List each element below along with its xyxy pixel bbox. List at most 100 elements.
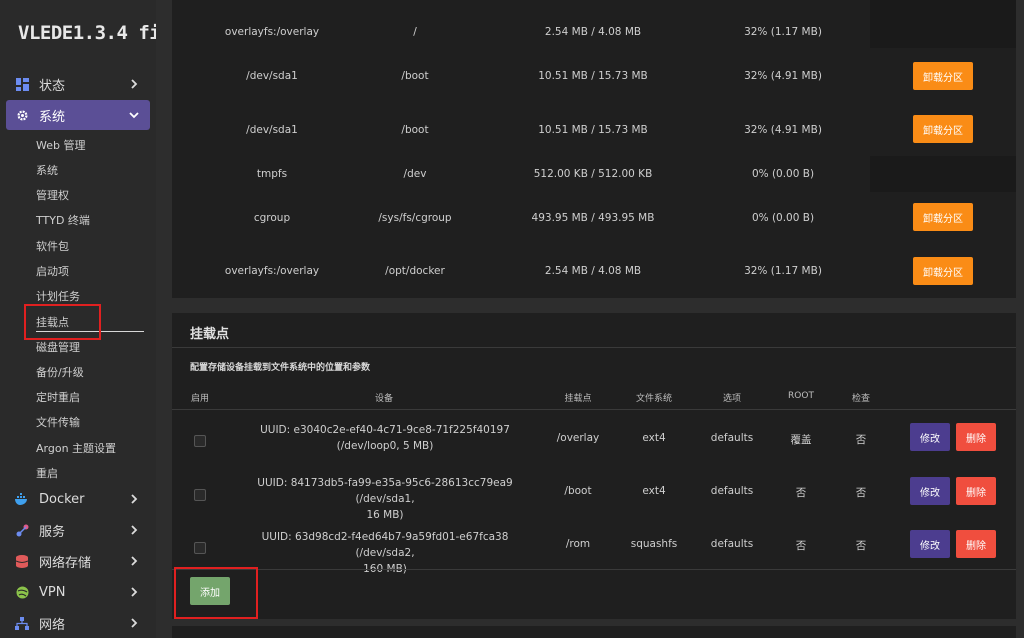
device-uuid: UUID: 63d98cd2-f4ed64b7-9a59fd01-e67fca3…	[261, 531, 509, 559]
sidebar-item-status[interactable]: 状态	[6, 69, 150, 99]
fs-used: 32% (1.17 MB)	[744, 265, 822, 277]
chevron-right-icon	[127, 616, 141, 630]
fs-used: 32% (4.91 MB)	[744, 70, 822, 82]
sidebar-sub-web-admin[interactable]: Web 管理	[36, 137, 85, 153]
fs-size: 2.54 MB / 4.08 MB	[544, 265, 642, 277]
options-cell: defaults	[710, 538, 754, 550]
enable-checkbox[interactable]	[194, 435, 206, 447]
sidebar-sub-ttyd[interactable]: TTYD 终端	[36, 212, 90, 228]
divider	[172, 569, 1016, 570]
device-detail: (/dev/loop0, 5 MB)	[336, 440, 434, 452]
chevron-down-icon	[127, 108, 141, 122]
fs-mount: /boot	[401, 70, 429, 82]
fs-name: /dev/sda1	[246, 124, 298, 136]
section-title: 挂载点	[190, 327, 230, 342]
main-content: overlayfs:/overlay / 2.54 MB / 4.08 MB 3…	[156, 0, 1024, 638]
col-header-enabled: 启用	[190, 394, 210, 404]
mountpoint-cell: /rom	[565, 538, 591, 550]
sidebar-sub-disk[interactable]: 磁盘管理	[36, 339, 80, 355]
sidebar-item-vpn[interactable]: VPN	[6, 577, 150, 607]
empty-action-cell	[870, 0, 1016, 48]
sidebar-sub-reboot-schedule[interactable]: 定时重启	[36, 389, 80, 405]
chevron-right-icon	[127, 77, 141, 91]
root-cell: 覆盖	[790, 434, 812, 446]
sidebar-item-services[interactable]: 服务	[6, 515, 150, 545]
delete-button[interactable]: 删除	[956, 530, 996, 558]
check-cell: 否	[855, 434, 867, 446]
sidebar-sub-reboot[interactable]: 重启	[36, 465, 58, 481]
chevron-right-icon	[127, 492, 141, 506]
sidebar-sub-mountpoints[interactable]: 挂载点	[36, 314, 69, 330]
chevron-right-icon	[127, 523, 141, 537]
fs-mount: /	[413, 26, 417, 38]
col-header-check: 检查	[851, 394, 871, 404]
sidebar-sub-system[interactable]: 系统	[36, 162, 58, 178]
fs-size: 2.54 MB / 4.08 MB	[544, 26, 642, 38]
gear-icon	[15, 108, 29, 122]
sidebar-sub-startup[interactable]: 启动项	[36, 263, 69, 279]
fs-used: 32% (1.17 MB)	[744, 26, 822, 38]
sidebar-sub-admin[interactable]: 管理权	[36, 187, 69, 203]
sidebar: VLEDE1.3.4 fix2 状态 系统 Web 管理 系统 管理权 TTYD…	[0, 0, 156, 638]
next-section-panel	[172, 626, 1016, 638]
sidebar-item-system[interactable]: 系统	[6, 100, 150, 130]
sidebar-sub-cron[interactable]: 计划任务	[36, 288, 80, 304]
enable-checkbox[interactable]	[194, 542, 206, 554]
col-header-filesystem: 文件系统	[635, 394, 673, 404]
unmount-button[interactable]: 卸载分区	[913, 203, 973, 231]
sidebar-item-label: 状态	[39, 78, 66, 94]
device-cell: UUID: e3040c2e-ef40-4c71-9ce8-71f225f401…	[235, 422, 535, 454]
device-uuid: UUID: e3040c2e-ef40-4c71-9ce8-71f225f401…	[260, 424, 510, 436]
col-header-root: ROOT	[788, 391, 814, 401]
edit-button[interactable]: 修改	[910, 530, 950, 558]
unmount-button[interactable]: 卸载分区	[913, 62, 973, 90]
sidebar-item-docker[interactable]: Docker	[6, 484, 150, 514]
sidebar-sub-backup[interactable]: 备份/升级	[36, 364, 84, 380]
sidebar-item-network[interactable]: 网络	[6, 608, 150, 638]
unmount-button[interactable]: 卸载分区	[913, 115, 973, 143]
fs-mount: /dev	[403, 168, 427, 180]
sidebar-sub-argon[interactable]: Argon 主题设置	[36, 440, 116, 456]
options-cell: defaults	[710, 432, 754, 444]
section-description: 配置存储设备挂载到文件系统中的位置和参数	[190, 363, 371, 373]
mounted-fs-panel: overlayfs:/overlay / 2.54 MB / 4.08 MB 3…	[172, 0, 1016, 298]
enable-checkbox[interactable]	[194, 489, 206, 501]
vpn-icon	[15, 585, 29, 599]
filesystem-cell: ext4	[642, 432, 666, 444]
sidebar-item-label: 网络存储	[39, 555, 92, 571]
sidebar-item-label: 系统	[39, 109, 66, 125]
mountpoint-cell: /overlay	[556, 432, 600, 444]
fs-name: /dev/sda1	[246, 70, 298, 82]
fs-name: tmpfs	[256, 168, 288, 180]
edit-button[interactable]: 修改	[910, 477, 950, 505]
root-cell: 否	[795, 540, 807, 552]
fs-used: 0% (0.00 B)	[751, 212, 815, 224]
device-cell: UUID: 84173db5-fa99-e35a-95c6-28613cc79e…	[235, 475, 535, 523]
fs-mount: /opt/docker	[385, 265, 445, 277]
check-cell: 否	[855, 540, 867, 552]
delete-button[interactable]: 删除	[956, 423, 996, 451]
network-icon	[15, 616, 29, 630]
active-underline	[36, 331, 144, 332]
storage-icon	[15, 554, 29, 568]
sidebar-sub-packages[interactable]: 软件包	[36, 238, 69, 254]
fs-size: 10.51 MB / 15.73 MB	[538, 70, 648, 82]
fs-size: 512.00 KB / 512.00 KB	[533, 168, 653, 180]
add-button[interactable]: 添加	[190, 577, 230, 605]
sidebar-item-storage[interactable]: 网络存储	[6, 546, 150, 576]
divider	[172, 409, 1016, 410]
col-header-mountpoint: 挂载点	[564, 394, 592, 404]
filesystem-cell: squashfs	[630, 538, 678, 550]
mountpoints-panel: 挂载点 配置存储设备挂载到文件系统中的位置和参数 启用 设备 挂载点 文件系统 …	[172, 313, 1016, 619]
fs-name: cgroup	[253, 212, 291, 224]
device-detail: 16 MB)	[366, 509, 404, 521]
fs-mount: /sys/fs/cgroup	[378, 212, 452, 224]
edit-button[interactable]: 修改	[910, 423, 950, 451]
unmount-button[interactable]: 卸载分区	[913, 257, 973, 285]
divider	[172, 347, 1016, 348]
sidebar-sub-file-transfer[interactable]: 文件传输	[36, 414, 80, 430]
delete-button[interactable]: 删除	[956, 477, 996, 505]
chevron-right-icon	[127, 554, 141, 568]
col-header-device: 设备	[374, 394, 394, 404]
fs-used: 0% (0.00 B)	[751, 168, 815, 180]
